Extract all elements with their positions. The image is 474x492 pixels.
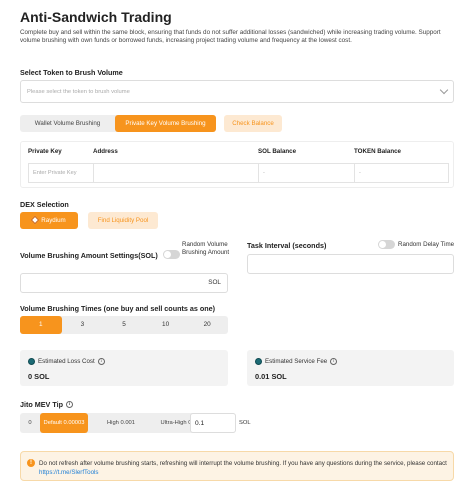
warning-icon: !: [27, 459, 35, 467]
token-select[interactable]: Please select the token to brush volume: [20, 80, 454, 103]
info-icon[interactable]: i: [66, 401, 73, 408]
address-cell: [93, 163, 259, 183]
sol-coin-icon: [28, 358, 35, 365]
tab-wallet-volume-brushing[interactable]: Wallet Volume Brushing: [20, 115, 115, 132]
column-header-token-balance: TOKEN Balance: [354, 148, 401, 155]
sol-balance-cell: -: [258, 163, 355, 183]
find-liquidity-pool-button[interactable]: Find Liquidity Pool: [88, 212, 158, 229]
times-option-1[interactable]: 1: [20, 316, 62, 334]
task-interval-input[interactable]: [247, 254, 454, 274]
random-delay-toggle[interactable]: [378, 240, 395, 249]
jito-mev-label: Jito MEV Tip: [20, 400, 63, 409]
random-delay-label: Random Delay Time: [398, 241, 455, 248]
sol-coin-icon: [255, 358, 262, 365]
mev-tip-unit: SOL: [239, 420, 251, 426]
brushing-times-selector: 1 3 5 10 20: [20, 316, 228, 334]
page-title: Anti-Sandwich Trading: [20, 9, 172, 25]
notice-banner: ! Do not refresh after volume brushing s…: [20, 451, 454, 481]
raydium-label: Raydium: [41, 217, 66, 224]
mev-option-default[interactable]: Default 0.00003: [40, 413, 88, 433]
random-amount-label: Random Volume Brushing Amount: [182, 241, 230, 256]
column-header-address: Address: [93, 148, 118, 155]
times-option-5[interactable]: 5: [103, 316, 145, 334]
estimated-fee-label: Estimated Service Fee: [265, 358, 328, 365]
token-select-label: Select Token to Brush Volume: [20, 68, 123, 77]
private-key-table: Private Key Address SOL Balance TOKEN Ba…: [20, 141, 454, 188]
telegram-link[interactable]: https://t.me/SlerfTools: [39, 469, 99, 476]
jito-mev-header: Jito MEV Tip i: [20, 400, 73, 409]
estimated-loss-label: Estimated Loss Cost: [38, 358, 95, 365]
token-select-placeholder: Please select the token to brush volume: [27, 89, 130, 95]
chevron-down-icon: [439, 85, 449, 95]
column-header-private-key: Private Key: [28, 148, 62, 155]
estimated-loss-value: 0 SOL: [28, 372, 50, 381]
amount-unit: SOL: [208, 279, 221, 286]
estimated-fee-value: 0.01 SOL: [255, 372, 287, 381]
dex-selection-label: DEX Selection: [20, 200, 69, 209]
mev-tip-value: 0.1: [195, 420, 205, 427]
info-icon[interactable]: i: [97, 358, 105, 365]
times-option-10[interactable]: 10: [145, 316, 187, 334]
raydium-icon: [31, 216, 40, 225]
brushing-times-label: Volume Brushing Times (one buy and sell …: [20, 304, 216, 313]
task-interval-label: Task Interval (seconds): [247, 241, 327, 250]
brushing-mode-tabs: Wallet Volume Brushing Private Key Volum…: [20, 115, 216, 132]
mev-option-zero[interactable]: 0: [20, 413, 40, 433]
raydium-button[interactable]: Raydium: [20, 212, 78, 229]
page-description: Complete buy and sell within the same bl…: [20, 29, 441, 44]
private-key-input[interactable]: Enter Private Key: [28, 163, 94, 183]
notice-text: Do not refresh after volume brushing sta…: [39, 459, 449, 477]
random-amount-toggle[interactable]: [163, 250, 180, 259]
mev-option-high[interactable]: High 0.001: [88, 413, 154, 433]
notice-message: Do not refresh after volume brushing sta…: [39, 460, 447, 467]
estimated-fee-card: Estimated Service Fee i 0.01 SOL: [247, 350, 454, 386]
amount-settings-label: Volume Brushing Amount Settings(SOL): [20, 251, 158, 260]
check-balance-button[interactable]: Check Balance: [224, 115, 282, 132]
times-option-3[interactable]: 3: [62, 316, 104, 334]
estimated-loss-card: Estimated Loss Cost i 0 SOL: [20, 350, 228, 386]
info-icon[interactable]: i: [330, 358, 338, 365]
amount-input[interactable]: SOL: [20, 273, 228, 293]
column-header-sol-balance: SOL Balance: [258, 148, 297, 155]
token-balance-cell: -: [354, 163, 449, 183]
mev-tip-input[interactable]: 0.1: [190, 413, 236, 433]
times-option-20[interactable]: 20: [186, 316, 228, 334]
tab-private-key-volume-brushing[interactable]: Private Key Volume Brushing: [115, 115, 216, 132]
